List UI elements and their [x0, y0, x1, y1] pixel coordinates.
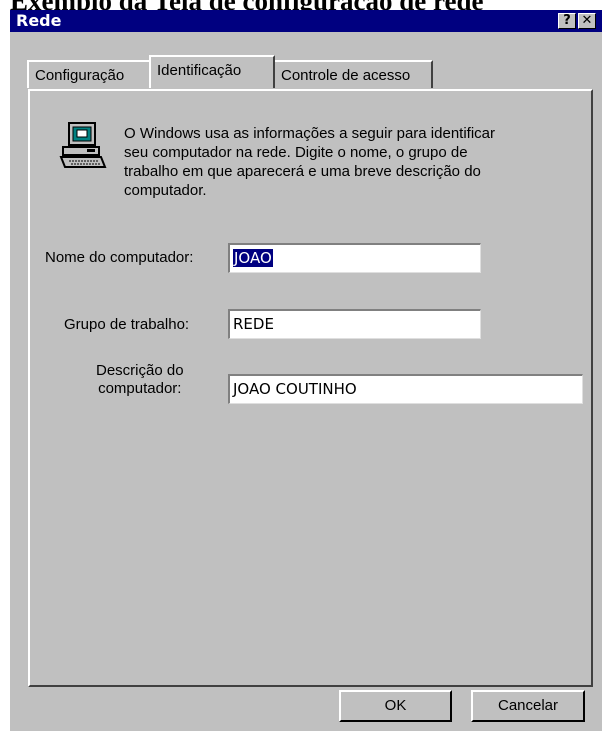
- description-line: seu computador na rede. Digite o nome, o…: [124, 144, 468, 161]
- workgroup-label: Grupo de trabalho:: [64, 316, 190, 333]
- tab-configuracao[interactable]: Configuração: [27, 60, 151, 88]
- help-button[interactable]: ?: [558, 13, 576, 29]
- computer-description-label-line: Descrição do: [96, 362, 184, 379]
- tab-identificacao[interactable]: Identificação: [149, 55, 275, 88]
- tab-controle-de-acesso[interactable]: Controle de acesso: [273, 60, 433, 88]
- cancel-button[interactable]: Cancelar: [471, 690, 585, 722]
- ok-button[interactable]: OK: [339, 690, 452, 722]
- tab-configuracao-label: Configuração: [35, 67, 125, 84]
- computer-description-value: JOAO COUTINHO: [233, 380, 357, 398]
- computer-name-field[interactable]: JOAO: [228, 243, 481, 273]
- identification-description: O Windows usa as informações a seguir pa…: [124, 124, 564, 200]
- workgroup-value: REDE: [233, 315, 274, 333]
- description-line: computador.: [124, 182, 207, 199]
- tab-identificacao-label: Identificação: [157, 62, 242, 79]
- computer-description-label-line: computador:: [98, 380, 182, 397]
- description-line: trabalho em que aparecerá e uma breve de…: [124, 163, 481, 180]
- window-title: Rede: [16, 11, 62, 30]
- title-bar[interactable]: Rede ? ✕: [10, 10, 602, 32]
- computer-description-label: Descrição do computador:: [96, 362, 184, 398]
- computer-name-value: JOAO: [233, 249, 273, 267]
- workgroup-field[interactable]: REDE: [228, 309, 481, 339]
- computer-name-label: Nome do computador:: [45, 249, 194, 266]
- description-line: O Windows usa as informações a seguir pa…: [124, 125, 496, 142]
- computer-description-field[interactable]: JOAO COUTINHO: [228, 374, 583, 404]
- network-computer-icon: [59, 122, 107, 168]
- tab-controle-de-acesso-label: Controle de acesso: [281, 67, 411, 84]
- close-button[interactable]: ✕: [578, 13, 596, 29]
